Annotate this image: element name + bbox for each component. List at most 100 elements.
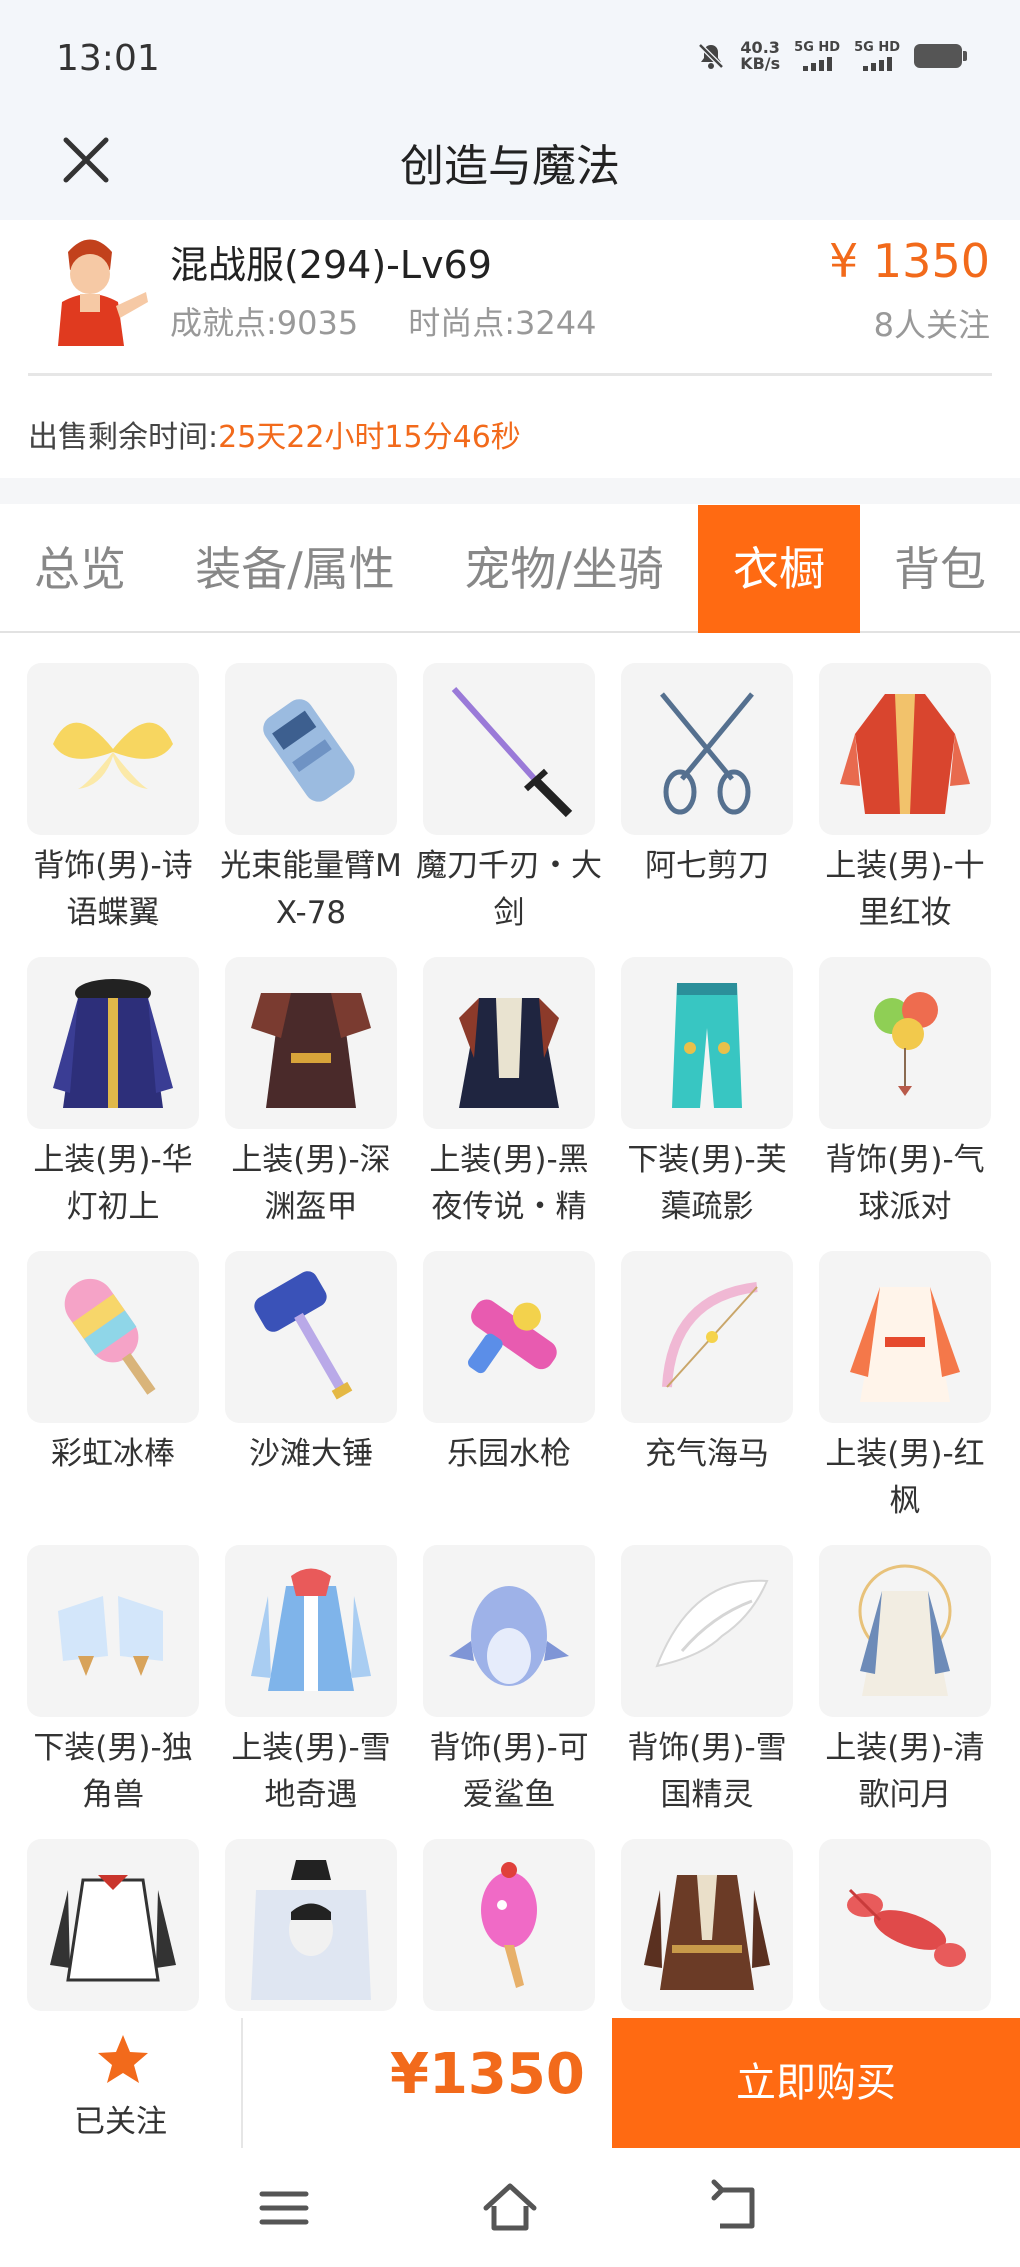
- wardrobe-item[interactable]: 上装(男)-红枫: [806, 1223, 1004, 1525]
- tab-bar: 总览 装备/属性 宠物/坐骑 衣橱 背包: [0, 505, 1020, 633]
- wardrobe-grid: 背饰(男)-诗语蝶翼 光束能量臂MX-78 魔刀千刃・大剑 阿七剪刀 上装(男)…: [0, 635, 1020, 2020]
- section-gap: [0, 478, 1020, 504]
- wardrobe-item[interactable]: 上装(男)-清歌问月: [806, 1517, 1004, 1819]
- moon-robe-icon: [858, 1564, 952, 1696]
- wardrobe-item[interactable]: 魔刀千刃・大剑: [410, 635, 608, 937]
- follow-button[interactable]: 已关注: [0, 2018, 243, 2148]
- unicorn-boots-icon: [58, 1596, 163, 1676]
- water-gun-icon: [468, 1299, 557, 1374]
- item-name: 下装(男)-芙蕖疏影: [627, 1142, 787, 1225]
- account-name: 混战服(294)-Lv69: [170, 243, 492, 287]
- teal-pants-icon: [672, 983, 742, 1108]
- wardrobe-item[interactable]: 背饰(男)-气球派对: [806, 929, 1004, 1231]
- status-bar: 13:01 40.3 KB/s 5G HD 5G HD: [0, 0, 1020, 120]
- bomber-jacket-icon: [50, 1875, 176, 1982]
- blue-coat-icon: [53, 979, 173, 1108]
- wardrobe-item[interactable]: 上装(男)-华灯初上: [14, 929, 212, 1231]
- item-name: 充气海马: [645, 1436, 769, 1472]
- wardrobe-item[interactable]: [806, 1811, 1004, 2019]
- status-icons: 40.3 KB/s 5G HD 5G HD: [696, 40, 967, 72]
- star-icon: [98, 2035, 148, 2083]
- item-name: 上装(男)-黑夜传说・精: [429, 1142, 589, 1225]
- buy-now-button[interactable]: 立即购买: [612, 2018, 1020, 2148]
- item-name: 背饰(男)-可爱鲨鱼: [429, 1730, 589, 1813]
- wardrobe-item[interactable]: [14, 1811, 212, 2019]
- item-name: 沙滩大锤: [249, 1436, 373, 1472]
- wardrobe-item[interactable]: 上装(男)-雪地奇遇: [212, 1517, 410, 1819]
- item-name: 上装(男)-十里红妆: [825, 848, 985, 931]
- follow-label: 已关注: [74, 2104, 167, 2140]
- item-name: 上装(男)-雪地奇遇: [231, 1730, 391, 1813]
- page-title: 创造与魔法: [400, 141, 620, 192]
- beam-arm-icon: [263, 699, 355, 802]
- account-card: 混战服(294)-Lv69 成就点:9035 时尚点:3244 ¥ 1350 8人…: [0, 220, 1020, 475]
- maple-robe-icon: [850, 1287, 960, 1402]
- menu-icon: [259, 2191, 309, 2225]
- white-wing-icon: [655, 1579, 769, 1668]
- followers-count: 8人关注: [873, 306, 990, 344]
- status-time: 13:01: [56, 38, 160, 79]
- wardrobe-item[interactable]: 背饰(男)-雪国精灵: [608, 1517, 806, 1819]
- item-name: 上装(男)-深渊盔甲: [231, 1142, 391, 1225]
- account-price: ¥ 1350: [829, 234, 990, 288]
- item-name: 魔刀千刃・大剑: [416, 848, 602, 931]
- wardrobe-item[interactable]: 背饰(男)-可爱鲨鱼: [410, 1517, 608, 1819]
- item-name: 背饰(男)-诗语蝶翼: [33, 848, 193, 931]
- red-robe-icon: [840, 694, 970, 814]
- wardrobe-item[interactable]: [608, 1811, 806, 2019]
- avatar: [28, 222, 152, 346]
- popsicle-icon: [64, 1278, 156, 1395]
- item-name: 上装(男)-清歌问月: [825, 1730, 985, 1813]
- item-name: 阿七剪刀: [645, 848, 769, 884]
- balloons-icon: [874, 992, 938, 1096]
- wardrobe-item[interactable]: 上装(男)-十里红妆: [806, 635, 1004, 937]
- item-name: 下装(男)-独角兽: [33, 1730, 193, 1813]
- scissors-icon: [660, 692, 754, 815]
- wardrobe-item[interactable]: 乐园水枪: [410, 1223, 608, 1478]
- system-nav-bar: [0, 2148, 1020, 2267]
- fashion-points: 时尚点:3244: [408, 304, 597, 342]
- sword-icon: [451, 686, 573, 818]
- tab-overview[interactable]: 总览: [0, 505, 160, 633]
- account-stats: 成就点:9035 时尚点:3244: [170, 298, 596, 344]
- menu-button[interactable]: [254, 2178, 314, 2238]
- bottom-price: ¥1350: [390, 2042, 585, 2107]
- wardrobe-item[interactable]: 下装(男)-芙蕖疏影: [608, 929, 806, 1231]
- tab-backpack[interactable]: 背包: [860, 505, 1020, 633]
- tab-wardrobe[interactable]: 衣橱: [698, 505, 860, 633]
- wardrobe-item[interactable]: 充气海马: [608, 1223, 806, 1478]
- divider: [28, 373, 992, 376]
- back-button[interactable]: [706, 2178, 766, 2238]
- wardrobe-item[interactable]: 阿七剪刀: [608, 635, 806, 890]
- wardrobe-item[interactable]: 沙滩大锤: [212, 1223, 410, 1478]
- signal-sim1-icon: 5G HD: [794, 41, 840, 71]
- sale-time-value: 25天22小时15分46秒: [218, 420, 521, 455]
- item-name: 光束能量臂MX-78: [220, 848, 402, 931]
- item-name: 上装(男)-红枫: [825, 1436, 985, 1519]
- hammer-icon: [254, 1271, 353, 1400]
- mute-bell-icon: [698, 43, 724, 69]
- tab-pets[interactable]: 宠物/坐骑: [430, 505, 698, 633]
- snow-coat-icon: [251, 1568, 371, 1691]
- bottom-action-bar: 已关注 ¥1350 立即购买: [0, 2018, 1020, 2148]
- wardrobe-item[interactable]: 上装(男)-深渊盔甲: [212, 929, 410, 1231]
- item-name: 上装(男)-华灯初上: [33, 1142, 193, 1225]
- item-name: 彩虹冰棒: [51, 1436, 175, 1472]
- dark-coat-icon: [459, 998, 559, 1108]
- wardrobe-item[interactable]: 彩虹冰棒: [14, 1223, 212, 1478]
- wardrobe-item[interactable]: 下装(男)-独角兽: [14, 1517, 212, 1819]
- wardrobe-item[interactable]: 背饰(男)-诗语蝶翼: [14, 635, 212, 937]
- brown-coat-icon: [644, 1875, 770, 1990]
- back-icon: [711, 2179, 755, 2229]
- wardrobe-item[interactable]: 上装(男)-黑夜传说・精: [410, 929, 608, 1231]
- nav-bar: 创造与魔法: [0, 110, 1020, 220]
- signal-sim2-icon: 5G HD: [854, 41, 900, 71]
- tab-equipment[interactable]: 装备/属性: [160, 505, 430, 633]
- home-button[interactable]: [480, 2178, 540, 2238]
- wardrobe-item[interactable]: 光束能量臂MX-78: [212, 635, 410, 937]
- sale-time: 出售剩余时间:25天22小时15分46秒: [28, 412, 521, 456]
- sale-time-label: 出售剩余时间:: [28, 420, 219, 455]
- wardrobe-item[interactable]: [410, 1811, 608, 2019]
- crown-head-icon: [251, 1860, 371, 2000]
- wardrobe-item[interactable]: [212, 1811, 410, 2019]
